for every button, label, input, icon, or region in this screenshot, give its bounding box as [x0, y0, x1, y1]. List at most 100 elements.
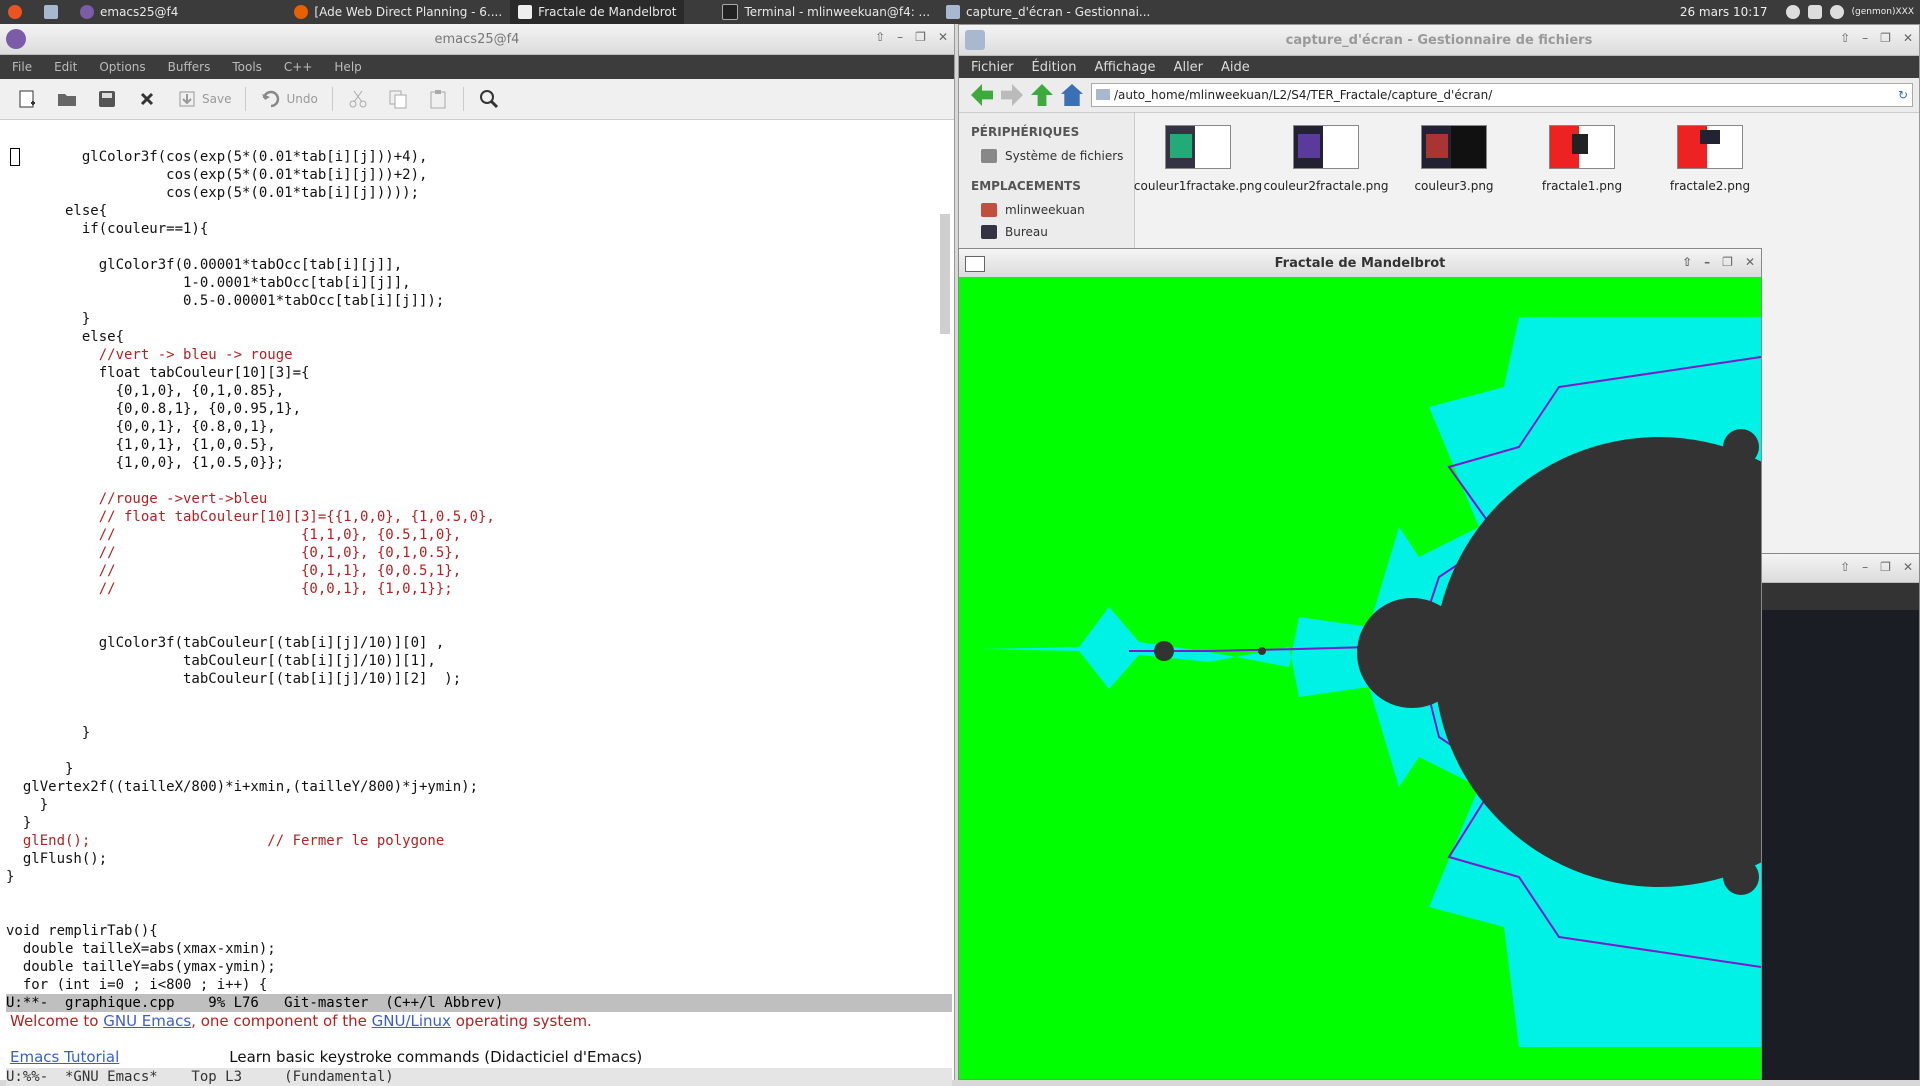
- forward-arrow-icon[interactable]: [1001, 84, 1023, 106]
- menu-file[interactable]: File: [12, 60, 32, 74]
- code-line[interactable]: // {0,1,0}, {0,1,0.5},: [6, 544, 936, 562]
- code-line[interactable]: }: [6, 796, 936, 814]
- code-line[interactable]: glColor3f(cos(exp(5*(0.01*tab[i][j]))+4)…: [6, 148, 936, 166]
- menu-aide[interactable]: Aide: [1221, 60, 1250, 75]
- code-line[interactable]: double tailleX=abs(xmax-xmin);: [6, 940, 936, 958]
- undo-button[interactable]: Undo: [256, 85, 321, 113]
- code-line[interactable]: cos(exp(5*(0.01*tab[i][j]))));: [6, 184, 936, 202]
- cut-button[interactable]: [343, 85, 373, 113]
- sidebar-item-desktop[interactable]: Bureau: [959, 221, 1134, 243]
- code-line[interactable]: [6, 904, 936, 922]
- code-line[interactable]: // {0,1,1}, {0,0.5,1},: [6, 562, 936, 580]
- clock[interactable]: 26 mars 10:17: [1680, 5, 1768, 19]
- menu-affichage[interactable]: Affichage: [1094, 60, 1155, 75]
- minimize-icon[interactable]: –: [1704, 255, 1710, 269]
- code-line[interactable]: glVertex2f((tailleX/800)*i+xmin,(tailleY…: [6, 778, 936, 796]
- mode-line[interactable]: U:**- graphique.cpp 9% L76 Git-master (C…: [6, 994, 952, 1012]
- back-arrow-icon[interactable]: [971, 84, 993, 106]
- code-line[interactable]: double tailleY=abs(ymax-ymin);: [6, 958, 936, 976]
- lock-icon[interactable]: [1807, 5, 1822, 19]
- code-line[interactable]: cos(exp(5*(0.01*tab[i][j]))+2),: [6, 166, 936, 184]
- file-item[interactable]: fractale1.png: [1527, 125, 1637, 193]
- restore-icon[interactable]: ❐: [1722, 255, 1733, 269]
- code-line[interactable]: // {1,1,0}, {0.5,1,0},: [6, 526, 936, 544]
- paste-button[interactable]: [423, 85, 453, 113]
- location-bar[interactable]: /auto_home/mlinweekuan/L2/S4/TER_Fractal…: [1091, 83, 1913, 107]
- menu-fichier[interactable]: Fichier: [971, 60, 1014, 75]
- code-line[interactable]: [6, 616, 936, 634]
- open-folder-button[interactable]: [52, 85, 82, 113]
- emacs-tutorial-link[interactable]: Emacs Tutorial: [10, 1048, 119, 1066]
- taskbar-item-file-manager[interactable]: capture_d'écran - Gestionnai...: [938, 0, 1158, 24]
- taskbar-item-emacs[interactable]: emacs25@f4: [72, 0, 186, 24]
- code-line[interactable]: glColor3f(0.00001*tabOcc[tab[i][j]],: [6, 256, 936, 274]
- code-line[interactable]: //rouge ->vert->bleu: [6, 490, 936, 508]
- code-line[interactable]: for (int i=0 ; i<800 ; i++) {: [6, 976, 936, 993]
- code-line[interactable]: [6, 886, 936, 904]
- applications-menu-button[interactable]: [0, 0, 36, 24]
- terminal-titlebar[interactable]: ⇧ – ❐ ✕: [1759, 554, 1919, 583]
- taskbar-item-fractal[interactable]: Fractale de Mandelbrot: [510, 0, 685, 24]
- restore-icon[interactable]: ❐: [1880, 31, 1891, 45]
- code-line[interactable]: [6, 238, 936, 256]
- code-line[interactable]: [6, 598, 936, 616]
- restore-icon[interactable]: ❐: [915, 30, 926, 44]
- terminal-body[interactable]: [1759, 610, 1919, 1080]
- minimize-icon[interactable]: –: [897, 30, 903, 44]
- code-line[interactable]: {0,1,0}, {0,1,0.85},: [6, 382, 936, 400]
- emacs-titlebar[interactable]: emacs25@f4 ⇧ – ❐ ✕: [0, 24, 954, 55]
- file-item[interactable]: couleur2fractale.png: [1264, 125, 1389, 193]
- home-icon[interactable]: [1061, 84, 1083, 106]
- gnu-emacs-link[interactable]: GNU Emacs: [103, 1012, 191, 1030]
- fractal-titlebar[interactable]: Fractale de Mandelbrot ⇧ – ❐ ✕: [959, 249, 1761, 278]
- copy-button[interactable]: [383, 85, 413, 113]
- taskbar-item-terminal[interactable]: Terminal - mlinweekuan@f4: ...: [714, 0, 938, 24]
- editor-scrollbar[interactable]: [940, 214, 950, 334]
- code-line[interactable]: tabCouleur[(tab[i][j]/10)][2] );: [6, 670, 936, 688]
- minimize-icon[interactable]: –: [1862, 31, 1868, 45]
- close-icon[interactable]: ✕: [1903, 31, 1913, 45]
- code-line[interactable]: }: [6, 868, 936, 886]
- menu-help[interactable]: Help: [334, 60, 361, 74]
- maximize-up-icon[interactable]: ⇧: [1840, 31, 1850, 45]
- code-line[interactable]: {1,0,1}, {1,0,0.5},: [6, 436, 936, 454]
- file-item[interactable]: couleur1fractake.png: [1134, 125, 1262, 193]
- maximize-up-icon[interactable]: ⇧: [1840, 560, 1850, 574]
- sidebar-item-filesystem[interactable]: Système de fichiers: [959, 145, 1134, 167]
- code-line[interactable]: [6, 472, 936, 490]
- close-icon[interactable]: ✕: [938, 30, 948, 44]
- sidebar-item-home[interactable]: mlinweekuan: [959, 199, 1134, 221]
- menu-edition[interactable]: Édition: [1032, 60, 1077, 75]
- code-editor[interactable]: glColor3f(cos(exp(5*(0.01*tab[i][j]))+4)…: [6, 148, 936, 993]
- info-icon[interactable]: [1785, 5, 1800, 19]
- menu-options[interactable]: Options: [99, 60, 145, 74]
- code-line[interactable]: }: [6, 724, 936, 742]
- search-button[interactable]: [474, 85, 504, 113]
- code-line[interactable]: //vert -> bleu -> rouge: [6, 346, 936, 364]
- code-line[interactable]: glEnd(); // Fermer le polygone: [6, 832, 936, 850]
- up-arrow-icon[interactable]: [1031, 84, 1053, 106]
- maximize-up-icon[interactable]: ⇧: [1682, 255, 1692, 269]
- code-line[interactable]: void remplirTab(){: [6, 922, 936, 940]
- code-line[interactable]: {0,0.8,1}, {0,0.95,1},: [6, 400, 936, 418]
- menu-aller[interactable]: Aller: [1174, 60, 1203, 75]
- code-line[interactable]: else{: [6, 202, 936, 220]
- reload-icon[interactable]: ↻: [1898, 84, 1908, 106]
- maximize-up-icon[interactable]: ⇧: [875, 30, 885, 44]
- show-desktop-button[interactable]: [36, 0, 72, 24]
- code-line[interactable]: if(couleur==1){: [6, 220, 936, 238]
- code-line[interactable]: [6, 688, 936, 706]
- code-line[interactable]: }: [6, 760, 936, 778]
- menu-edit[interactable]: Edit: [54, 60, 77, 74]
- menu-tools[interactable]: Tools: [232, 60, 262, 74]
- file-manager-titlebar[interactable]: capture_d'écran - Gestionnaire de fichie…: [959, 25, 1919, 56]
- restore-icon[interactable]: ❐: [1880, 560, 1891, 574]
- code-line[interactable]: {0,0,1}, {0.8,0,1},: [6, 418, 936, 436]
- mandelbrot-canvas[interactable]: [959, 277, 1761, 1079]
- code-line[interactable]: glColor3f(tabCouleur[(tab[i][j]/10)][0] …: [6, 634, 936, 652]
- code-line[interactable]: // float tabCouleur[10][3]={{1,0,0}, {1,…: [6, 508, 936, 526]
- code-line[interactable]: }: [6, 814, 936, 832]
- code-line[interactable]: }: [6, 310, 936, 328]
- power-icon[interactable]: [1829, 5, 1844, 19]
- save-button[interactable]: Save: [172, 85, 235, 113]
